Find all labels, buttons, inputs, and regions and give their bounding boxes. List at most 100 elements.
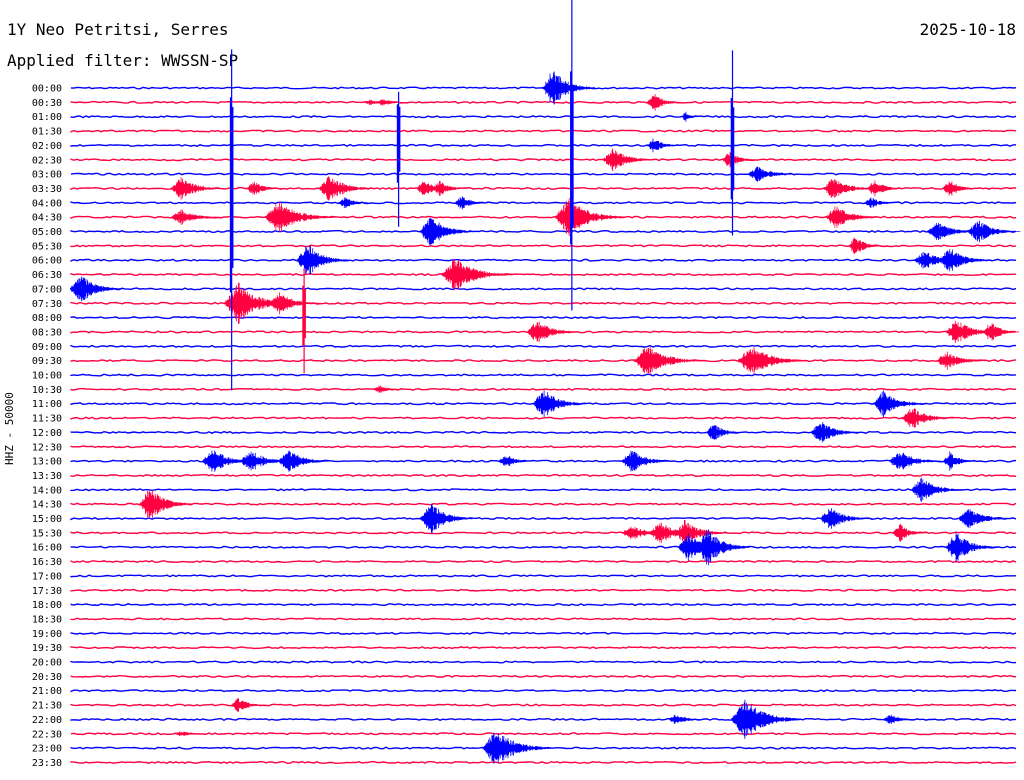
seismogram-plot: 00:00 00:30 01:00 01:30 02:00 02:30 03:00 03:30… (32, 0, 1021, 769)
event-burst (419, 217, 473, 246)
trace-line (70, 272, 1017, 277)
event-burst (943, 451, 979, 471)
hour-label: 14:30 (32, 500, 62, 511)
event-burst (939, 249, 993, 272)
event-burst (621, 450, 674, 472)
trace-line (70, 287, 1017, 291)
trace-line (70, 603, 1017, 607)
trace-line (70, 316, 1017, 320)
event-burst (883, 714, 919, 724)
hour-label: 19:30 (32, 643, 62, 654)
event-burst (338, 197, 374, 209)
hour-label: 18:00 (32, 600, 62, 611)
event-burst (139, 490, 192, 519)
trace-line (70, 373, 1017, 377)
event-burst (721, 152, 758, 168)
event-burst (864, 197, 900, 208)
hour-label: 09:30 (32, 356, 62, 367)
hour-label: 11:00 (32, 399, 62, 410)
event-spike (302, 268, 306, 374)
event-burst (736, 347, 809, 375)
event-burst (454, 196, 490, 210)
event-spike (730, 50, 735, 236)
event-burst (278, 450, 331, 472)
trace-line (70, 430, 1017, 434)
hour-label: 21:00 (32, 686, 62, 697)
trace-line (70, 229, 1017, 234)
hour-label: 21:30 (32, 701, 62, 712)
trace-line (70, 502, 1017, 506)
hour-label: 08:30 (32, 327, 62, 338)
trace-line (70, 660, 1017, 664)
event-burst (747, 166, 800, 182)
hour-label: 15:00 (32, 514, 62, 525)
trace-line (70, 631, 1017, 635)
hour-label: 13:30 (32, 471, 62, 482)
event-spike (570, 0, 574, 311)
trace-line (70, 488, 1017, 492)
hour-label: 19:00 (32, 629, 62, 640)
event-burst (174, 731, 210, 736)
hour-label: 01:30 (32, 127, 62, 138)
event-burst (682, 111, 700, 122)
hour-label: 16:30 (32, 557, 62, 568)
event-burst (958, 509, 1011, 528)
trace-line (70, 172, 1017, 176)
trace-line (70, 445, 1017, 449)
event-burst (942, 181, 979, 196)
trace-line (70, 115, 1017, 119)
event-burst (826, 206, 879, 228)
trace-line (70, 301, 1017, 305)
event-burst (945, 531, 999, 563)
event-burst (911, 477, 964, 502)
trace-line (70, 100, 1017, 104)
hour-label: 10:30 (32, 385, 62, 396)
event-burst (170, 177, 224, 200)
hour-label: 03:00 (32, 170, 62, 181)
trace-line (70, 732, 1017, 736)
hour-label: 10:00 (32, 371, 62, 382)
event-burst (533, 390, 586, 418)
hour-label: 04:00 (32, 198, 62, 209)
hour-label: 09:00 (32, 342, 62, 353)
hour-label: 20:30 (32, 672, 62, 683)
hour-label: 23:30 (32, 758, 62, 769)
event-burst (265, 202, 336, 232)
hour-label: 05:00 (32, 227, 62, 238)
trace-line (70, 416, 1017, 420)
event-burst (810, 422, 863, 443)
hour-label: 00:30 (32, 98, 62, 109)
event-burst (526, 321, 580, 343)
event-burst (231, 698, 267, 712)
trace-line (70, 760, 1017, 764)
hour-label: 05:30 (32, 241, 62, 252)
trace-line (70, 560, 1017, 564)
hour-label: 02:00 (32, 141, 62, 152)
trace-line (70, 545, 1017, 549)
event-spike (229, 49, 234, 391)
trace-line (70, 516, 1017, 521)
trace-line (70, 359, 1017, 363)
trace-line (70, 674, 1017, 678)
hour-label: 11:30 (32, 414, 62, 425)
event-burst (498, 456, 534, 466)
event-burst (441, 258, 513, 291)
hour-labels: 00:00 00:30 01:00 01:30 02:00 02:30 03:00 03:30… (32, 84, 62, 769)
hour-label: 12:30 (32, 442, 62, 453)
hour-label: 14:00 (32, 485, 62, 496)
event-burst (319, 176, 372, 201)
hour-label: 07:00 (32, 284, 62, 295)
hour-label: 08:00 (32, 313, 62, 324)
event-burst (602, 148, 656, 172)
hour-label: 00:00 (32, 84, 62, 95)
event-burst (482, 732, 554, 764)
trace-line (70, 258, 1017, 262)
event-burst (936, 351, 989, 370)
hour-label: 15:30 (32, 528, 62, 539)
hour-label: 23:00 (32, 744, 62, 755)
hour-label: 06:00 (32, 256, 62, 267)
trace-line (70, 531, 1017, 535)
hour-label: 13:00 (32, 457, 62, 468)
hour-label: 06:30 (32, 270, 62, 281)
event-burst (866, 180, 903, 197)
